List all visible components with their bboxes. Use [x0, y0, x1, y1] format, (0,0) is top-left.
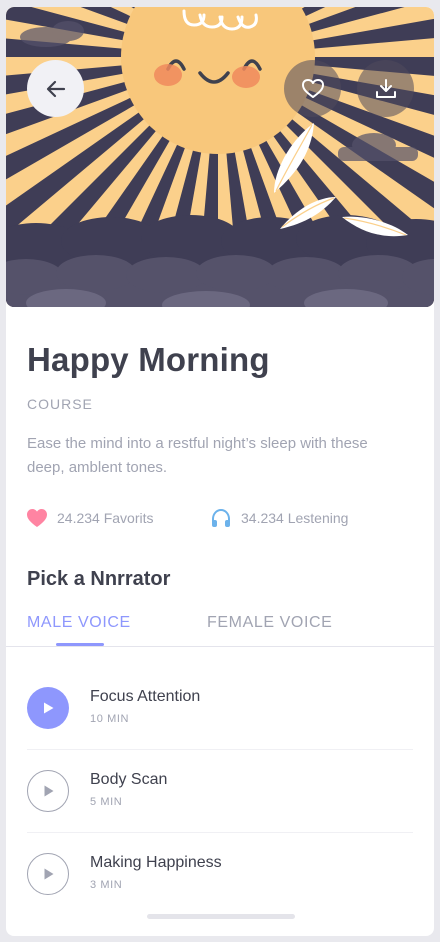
track-duration: 3 MIN	[90, 879, 123, 891]
play-icon	[44, 785, 54, 797]
download-button[interactable]	[357, 60, 414, 117]
tab-male-voice[interactable]: MALE VOICE	[27, 614, 131, 632]
track-name: Focus Attention	[90, 688, 201, 705]
favorites-stat: 24.234 Favorits	[25, 507, 154, 529]
course-title: Happy Morning	[27, 341, 270, 378]
play-icon	[44, 868, 54, 880]
download-icon	[375, 78, 396, 98]
track-item[interactable]: Making Happiness 3 MIN	[27, 833, 413, 916]
track-duration: 10 MIN	[90, 713, 130, 725]
play-button[interactable]	[27, 770, 69, 812]
track-name: Making Happiness	[90, 854, 222, 871]
listening-count: 34.234 Lestening	[241, 510, 349, 526]
listening-stat: 34.234 Lestening	[209, 507, 348, 529]
arrow-left-icon	[46, 80, 65, 97]
home-indicator	[147, 914, 295, 919]
narrator-heading: Pick a Nnrrator	[27, 568, 171, 590]
play-icon	[44, 702, 54, 714]
hero-illustration	[6, 7, 434, 307]
tab-female-voice[interactable]: FEMALE VOICE	[207, 614, 332, 632]
course-category: COURSE	[27, 396, 93, 412]
track-item[interactable]: Body Scan 5 MIN	[27, 750, 413, 833]
heart-icon	[25, 507, 49, 529]
heart-outline-icon	[301, 78, 324, 98]
play-button[interactable]	[27, 687, 69, 729]
tab-divider	[6, 646, 434, 647]
course-description: Ease the mind into a restful night’s sle…	[27, 435, 368, 476]
play-button[interactable]	[27, 853, 69, 895]
favorite-button[interactable]	[284, 60, 341, 117]
back-button[interactable]	[27, 60, 84, 117]
favorites-count: 24.234 Favorits	[57, 510, 154, 526]
headphones-icon	[209, 507, 233, 529]
track-item[interactable]: Focus Attention 10 MIN	[27, 667, 413, 750]
track-name: Body Scan	[90, 771, 168, 788]
screen: Happy Morning COURSE Ease the mind into …	[6, 7, 434, 936]
track-duration: 5 MIN	[90, 796, 123, 808]
sun-illustration	[6, 7, 434, 307]
